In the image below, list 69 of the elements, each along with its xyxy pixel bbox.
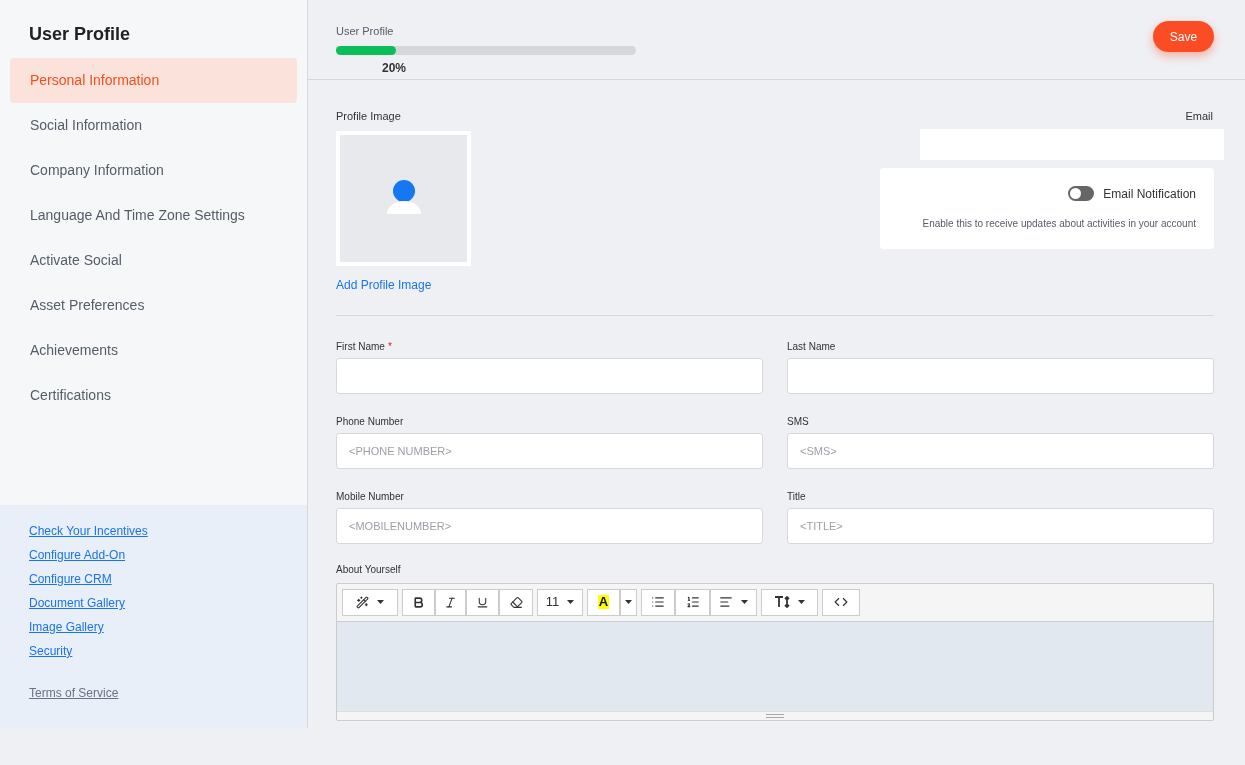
wand-icon (356, 595, 369, 609)
save-button[interactable]: Save (1153, 21, 1214, 52)
align-button[interactable] (710, 588, 757, 616)
eraser-icon (509, 595, 523, 609)
caret-icon (625, 600, 632, 604)
sidebar-link[interactable]: Document Gallery (29, 595, 126, 612)
line-height-button[interactable] (761, 588, 818, 616)
underline-icon (476, 595, 489, 609)
caret-icon (741, 600, 748, 604)
numbered-list-icon (685, 595, 700, 609)
email-label: Email (1185, 109, 1213, 124)
field-label: Phone Number (336, 414, 404, 428)
sidebar-item[interactable]: Language And Time Zone Settings (10, 193, 297, 238)
align-icon (719, 595, 733, 609)
profile-image-label: Profile Image (336, 109, 402, 124)
add-profile-image-link[interactable]: Add Profile Image (336, 275, 432, 294)
input-field[interactable] (787, 357, 1214, 394)
field-label: Last Name (787, 339, 836, 353)
field-label: First Name (336, 339, 385, 353)
bullet-list-icon (651, 595, 665, 609)
sidebar-item[interactable]: Achievements (10, 328, 297, 373)
notification-hint: Enable this to receive updates about activities in your account (922, 216, 1196, 231)
required-mark: * (387, 339, 392, 353)
sidebar-item[interactable]: Personal Information (10, 58, 297, 103)
bullet-list-button[interactable] (641, 588, 675, 616)
caret-icon (798, 600, 805, 604)
code-view-button[interactable] (822, 588, 860, 616)
highlight-button[interactable]: A (587, 588, 620, 616)
field-label: Title (787, 489, 806, 503)
underline-button[interactable] (466, 588, 499, 616)
bold-icon (412, 595, 425, 609)
progress-title: User Profile (336, 24, 395, 39)
field-label: SMS (787, 414, 809, 428)
sidebar-item[interactable]: Certifications (10, 373, 297, 418)
sidebar-link[interactable]: Configure Add-On (29, 547, 126, 564)
caret-icon (567, 600, 575, 604)
bold-button[interactable] (402, 588, 435, 616)
sidebar-item[interactable]: Social Information (10, 103, 297, 148)
notification-label: Email Notification (1103, 185, 1196, 203)
sidebar-item[interactable]: Company Information (10, 148, 297, 193)
about-label: About Yourself (336, 562, 402, 577)
sidebar-link[interactable]: Check Your Incentives (29, 523, 148, 540)
sidebar-item[interactable]: Asset Preferences (10, 283, 297, 328)
sidebar-title: User Profile (28, 23, 132, 46)
resize-handle[interactable] (766, 713, 784, 718)
input-field[interactable]: <MOBILENUMBER> (336, 507, 763, 544)
italic-button[interactable] (435, 588, 466, 616)
sidebar-link[interactable]: Configure CRM (29, 571, 112, 588)
magic-button[interactable] (342, 588, 398, 616)
highlight-dropdown[interactable] (620, 588, 637, 616)
terms-link[interactable]: Terms of Service (29, 684, 119, 702)
sidebar-item[interactable]: Activate Social (10, 238, 297, 283)
sidebar-link[interactable]: Security (29, 643, 73, 660)
line-height-icon (774, 596, 790, 608)
avatar-icon (385, 180, 422, 216)
field-label: Mobile Number (336, 489, 404, 503)
code-icon (834, 595, 848, 609)
eraser-button[interactable] (499, 588, 533, 616)
caret-icon (377, 600, 384, 604)
italic-icon (444, 595, 457, 609)
notification-toggle[interactable] (1068, 186, 1095, 201)
input-field[interactable]: <TITLE> (787, 507, 1214, 544)
input-field[interactable]: <PHONE NUMBER> (336, 432, 763, 469)
numbered-list-button[interactable] (675, 588, 710, 616)
input-field[interactable]: <SMS> (787, 432, 1214, 469)
sidebar-link[interactable]: Image Gallery (29, 619, 104, 636)
input-field[interactable] (336, 357, 763, 394)
font-size-button[interactable]: 11 (537, 588, 583, 616)
progress-reading: 20% (382, 59, 408, 77)
